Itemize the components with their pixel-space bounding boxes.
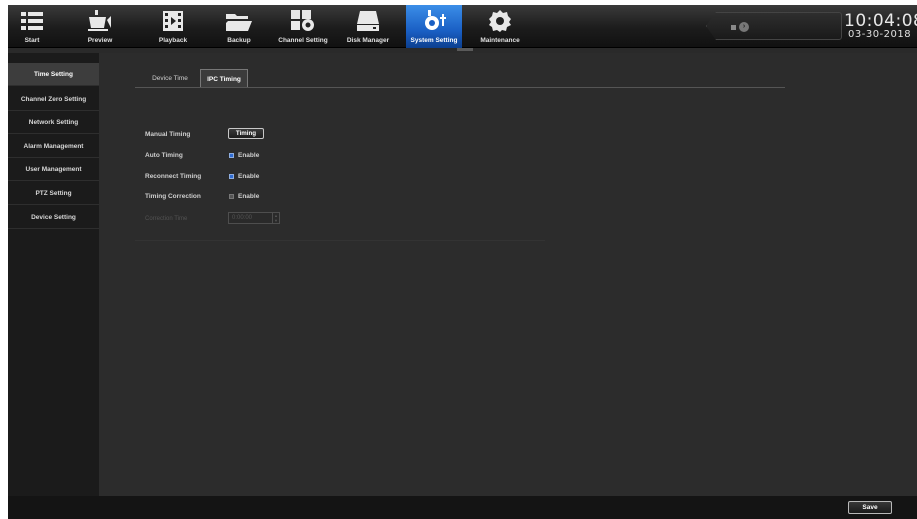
toolbar-system-setting-button[interactable]: System Setting bbox=[406, 5, 462, 48]
toolbar-disk-manager-button[interactable]: Disk Manager bbox=[342, 5, 394, 48]
reconnect-timing-checkbox[interactable]: Enable bbox=[229, 173, 259, 180]
record-indicator-icon bbox=[731, 25, 736, 30]
system-gear-icon bbox=[421, 9, 447, 33]
channel-gear-icon bbox=[290, 9, 316, 33]
toolbar-backup-label: Backup bbox=[227, 37, 251, 44]
timing-button[interactable]: Timing bbox=[228, 128, 264, 139]
checkbox-checked-icon bbox=[229, 153, 234, 158]
dvr-screen: Start Preview Playback Backup Channel Se… bbox=[8, 5, 917, 519]
tab-divider bbox=[135, 87, 785, 88]
toolbar-backup-button[interactable]: Backup bbox=[216, 5, 262, 48]
toolbar-active-indicator bbox=[457, 48, 473, 51]
toolbar-start-button[interactable]: Start bbox=[8, 5, 56, 48]
toolbar-disk-manager-label: Disk Manager bbox=[346, 37, 390, 44]
auto-timing-enable-label: Enable bbox=[238, 152, 260, 159]
toolbar-playback-label: Playback bbox=[158, 37, 188, 44]
section-divider bbox=[135, 240, 545, 241]
sidebar-item-alarm-management[interactable]: Alarm Management bbox=[8, 135, 99, 158]
menu-grid-icon bbox=[19, 9, 45, 33]
toolbar-preview-label: Preview bbox=[87, 37, 113, 44]
timing-correction-enable-label: Enable bbox=[238, 193, 260, 200]
toolbar-channel-setting-label: Channel Setting bbox=[278, 37, 328, 44]
settings-sidebar: Time Setting Channel Zero Setting Networ… bbox=[8, 53, 99, 496]
toolbar-playback-button[interactable]: Playback bbox=[150, 5, 196, 48]
save-button[interactable]: Save bbox=[848, 501, 892, 514]
clock-time: 10:04:08 bbox=[844, 11, 917, 31]
toolbar-preview-button[interactable]: Preview bbox=[80, 5, 120, 48]
reconnect-timing-label: Reconnect Timing bbox=[145, 173, 202, 180]
gear-icon bbox=[487, 9, 513, 33]
film-icon bbox=[160, 9, 186, 33]
folder-icon bbox=[226, 9, 252, 33]
checkbox-checked-icon bbox=[229, 174, 234, 179]
sidebar-item-network-setting[interactable]: Network Setting bbox=[8, 111, 99, 134]
toolbar-start-label: Start bbox=[24, 37, 40, 44]
reconnect-timing-enable-label: Enable bbox=[238, 173, 260, 180]
sidebar-item-channel-zero-setting[interactable]: Channel Zero Setting bbox=[8, 88, 99, 111]
toolbar-maintenance-label: Maintenance bbox=[480, 37, 520, 44]
main-panel: Device Time IPC Timing Manual Timing Tim… bbox=[99, 53, 917, 496]
main-toolbar: Start Preview Playback Backup Channel Se… bbox=[8, 5, 917, 48]
toolbar-channel-setting-button[interactable]: Channel Setting bbox=[274, 5, 332, 48]
sidebar-item-user-management[interactable]: User Management bbox=[8, 158, 99, 181]
tab-device-time[interactable]: Device Time bbox=[144, 69, 196, 88]
sidebar-item-ptz-setting[interactable]: PTZ Setting bbox=[8, 182, 99, 205]
correction-time-input: 0:00:00 ▲ ▼ bbox=[228, 212, 280, 224]
sidebar-item-device-setting[interactable]: Device Setting bbox=[8, 206, 99, 229]
tab-ipc-timing[interactable]: IPC Timing bbox=[200, 69, 248, 88]
clock-date: 03-30-2018 bbox=[848, 29, 912, 40]
status-indicator: › bbox=[706, 12, 842, 40]
correction-time-value: 0:00:00 bbox=[232, 215, 253, 221]
toolbar-system-setting-label: System Setting bbox=[410, 37, 458, 44]
sidebar-item-time-setting[interactable]: Time Setting bbox=[8, 63, 99, 86]
checkbox-unchecked-icon bbox=[229, 194, 234, 199]
timing-correction-checkbox[interactable]: Enable bbox=[229, 193, 259, 200]
toolbar-maintenance-button[interactable]: Maintenance bbox=[476, 5, 524, 48]
auto-timing-label: Auto Timing bbox=[145, 152, 183, 159]
correction-time-label: Correction Time bbox=[145, 216, 188, 222]
manual-timing-label: Manual Timing bbox=[145, 131, 191, 138]
spinner-arrows-icon: ▲ ▼ bbox=[272, 213, 279, 223]
auto-timing-checkbox[interactable]: Enable bbox=[229, 152, 259, 159]
timing-correction-label: Timing Correction bbox=[145, 193, 201, 200]
disk-icon bbox=[355, 9, 381, 33]
footer-bar: Save bbox=[8, 496, 917, 519]
arrow-circle-icon[interactable]: › bbox=[739, 22, 749, 32]
camera-icon bbox=[87, 9, 113, 33]
